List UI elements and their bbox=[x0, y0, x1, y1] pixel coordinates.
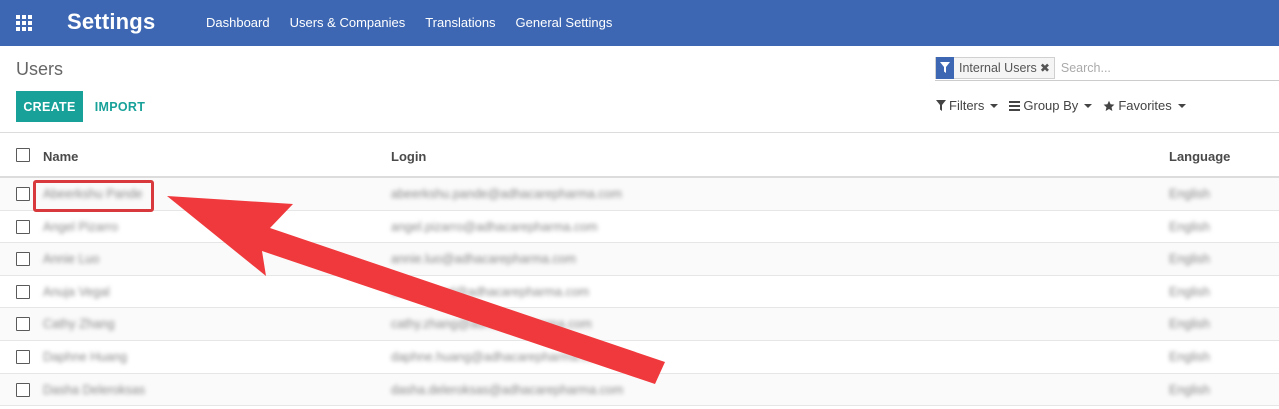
table-header: Name Login Language bbox=[0, 133, 1279, 178]
cell-name: Daphne Huang bbox=[43, 349, 128, 364]
table-row[interactable]: Annie Luo annie.luo@adhacarepharma.com Eng… bbox=[0, 243, 1279, 276]
cell-name: Angel Pizarro bbox=[43, 219, 119, 234]
row-checkbox[interactable] bbox=[16, 349, 30, 364]
cell-language: English bbox=[1169, 284, 1210, 299]
menu-translations[interactable]: Translations bbox=[415, 0, 505, 46]
create-button[interactable]: CREATE bbox=[16, 91, 83, 122]
cell-login: annie.luo@adhacarepharma.com bbox=[391, 252, 577, 267]
caret-down-icon bbox=[1084, 103, 1093, 108]
cell-language: English bbox=[1169, 187, 1210, 201]
caret-down-icon bbox=[1177, 103, 1186, 108]
filter-icon bbox=[936, 56, 954, 79]
main-menu: Dashboard Users & Companies Translations… bbox=[196, 0, 622, 46]
users-list: Name Login Language Abeerkshu Pande abeer… bbox=[0, 133, 1279, 407]
cell-name: Annie Luo bbox=[43, 252, 100, 267]
favorites-dropdown[interactable]: Favorites bbox=[1103, 98, 1186, 113]
cell-login: daphne.huang@adhacarepharma.com bbox=[391, 349, 606, 364]
column-header-login[interactable]: Login bbox=[391, 149, 426, 164]
cell-name: Cathy Zhang bbox=[43, 317, 115, 332]
row-checkbox[interactable] bbox=[16, 382, 30, 397]
row-checkbox[interactable] bbox=[16, 284, 30, 299]
column-header-language[interactable]: Language bbox=[1169, 149, 1230, 164]
cell-language: English bbox=[1169, 252, 1210, 267]
breadcrumb: Users bbox=[16, 59, 64, 79]
group-by-label: Group By bbox=[1023, 98, 1079, 113]
menu-dashboard[interactable]: Dashboard bbox=[196, 0, 280, 46]
app-title[interactable]: Settings bbox=[67, 9, 155, 35]
cell-login: dasha.deleroksas@adhacarepharma.com bbox=[391, 382, 624, 397]
cell-language: English bbox=[1169, 317, 1210, 332]
select-all-checkbox[interactable] bbox=[16, 148, 30, 162]
caret-down-icon bbox=[990, 103, 999, 108]
search-bar: Internal Users ✖ bbox=[935, 55, 1279, 81]
row-checkbox[interactable] bbox=[16, 317, 30, 332]
table-row[interactable]: Cathy Zhang cathy.zhang@adhacarepharma.co… bbox=[0, 308, 1279, 341]
grid-icon[interactable] bbox=[16, 15, 34, 31]
table-row[interactable]: Daphne Huang daphne.huang@adhacarepharma.… bbox=[0, 341, 1279, 374]
table-row[interactable]: Abeerkshu Pande abeerkshu.pande@adhacarep… bbox=[0, 178, 1279, 211]
table-body: Abeerkshu Pande abeerkshu.pande@adhacarep… bbox=[0, 178, 1279, 407]
star-icon bbox=[1103, 100, 1115, 112]
group-by-dropdown[interactable]: Group By bbox=[1009, 98, 1093, 113]
cell-language: English bbox=[1169, 382, 1210, 397]
table-row[interactable]: Anuja Vegal anuja.vegal@adhacarepharma.co… bbox=[0, 276, 1279, 309]
close-icon[interactable]: ✖ bbox=[1040, 61, 1054, 75]
table-row[interactable]: Angel Pizarro angel.pizarro@adhacarepharm… bbox=[0, 211, 1279, 244]
cell-login: cathy.zhang@adhacarepharma.com bbox=[391, 317, 592, 332]
filters-dropdown[interactable]: Filters bbox=[936, 98, 999, 113]
favorites-label: Favorites bbox=[1118, 98, 1172, 113]
row-checkbox[interactable] bbox=[16, 219, 30, 234]
cell-login: abeerkshu.pande@adhacarepharma.com bbox=[391, 187, 622, 201]
bars-icon bbox=[1009, 100, 1021, 111]
row-checkbox[interactable] bbox=[16, 187, 30, 201]
cell-login: anuja.vegal@adhacarepharma.com bbox=[391, 284, 590, 299]
table-row[interactable]: Dasha Deleroksas dasha.deleroksas@adhacar… bbox=[0, 373, 1279, 407]
import-button[interactable]: IMPORT bbox=[88, 91, 152, 122]
facet-label: Internal Users bbox=[959, 60, 1037, 75]
highlight-box bbox=[33, 180, 154, 212]
search-input[interactable] bbox=[1060, 60, 1261, 75]
search-options: Filters Group By Favorites bbox=[936, 98, 1197, 113]
cell-language: English bbox=[1169, 219, 1210, 234]
cell-name: Anuja Vegal bbox=[43, 284, 110, 299]
filter-icon bbox=[936, 100, 946, 111]
cell-login: angel.pizarro@adhacarepharma.com bbox=[391, 219, 598, 234]
filters-label: Filters bbox=[949, 98, 985, 113]
cell-name: Dasha Deleroksas bbox=[43, 382, 146, 397]
search-facet: Internal Users ✖ bbox=[935, 56, 1055, 79]
menu-general-settings[interactable]: General Settings bbox=[506, 0, 623, 46]
row-checkbox[interactable] bbox=[16, 252, 30, 267]
column-header-name[interactable]: Name bbox=[43, 149, 78, 164]
top-navbar: Settings Dashboard Users & Companies Tra… bbox=[0, 0, 1279, 46]
menu-users-companies[interactable]: Users & Companies bbox=[280, 0, 416, 46]
cell-language: English bbox=[1169, 349, 1210, 364]
